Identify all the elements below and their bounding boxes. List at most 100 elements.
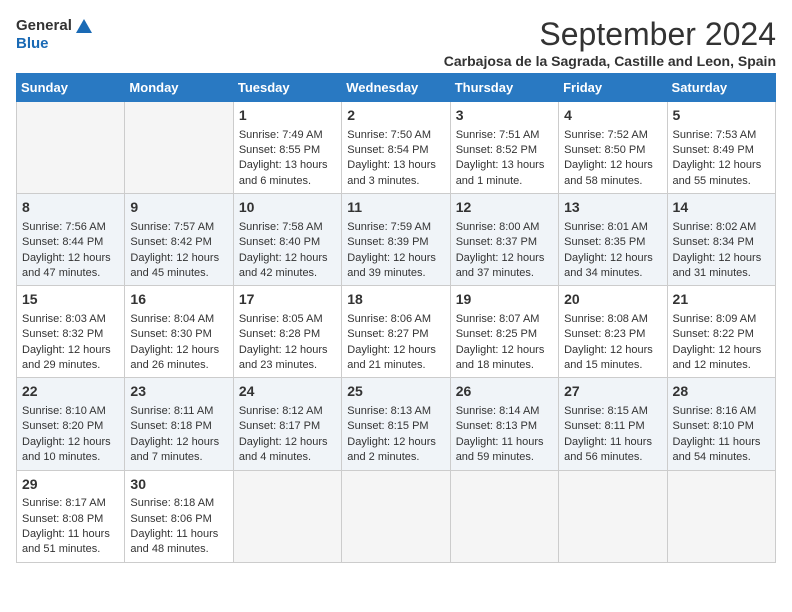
daylight-text: Daylight: 12 hours and 31 minutes. [673, 251, 770, 282]
table-row: 25Sunrise: 8:13 AMSunset: 8:15 PMDayligh… [342, 378, 450, 470]
calendar-row: 1Sunrise: 7:49 AMSunset: 8:55 PMDaylight… [17, 102, 776, 194]
sunrise-text: Sunrise: 8:06 AM [347, 312, 444, 327]
table-row [450, 470, 558, 562]
sunset-text: Sunset: 8:35 PM [564, 235, 661, 250]
table-row [342, 470, 450, 562]
daylight-text: Daylight: 12 hours and 7 minutes. [130, 435, 227, 466]
day-number: 8 [22, 198, 119, 218]
sunrise-text: Sunrise: 7:51 AM [456, 128, 553, 143]
daylight-text: Daylight: 12 hours and 4 minutes. [239, 435, 336, 466]
logo-chevron-icon [74, 16, 94, 36]
daylight-text: Daylight: 11 hours and 48 minutes. [130, 527, 227, 558]
daylight-text: Daylight: 12 hours and 2 minutes. [347, 435, 444, 466]
logo: General Blue [16, 16, 94, 53]
table-row: 23Sunrise: 8:11 AMSunset: 8:18 PMDayligh… [125, 378, 233, 470]
sunrise-text: Sunrise: 8:02 AM [673, 220, 770, 235]
calendar-header-row: Sunday Monday Tuesday Wednesday Thursday… [17, 74, 776, 102]
day-number: 24 [239, 382, 336, 402]
daylight-text: Daylight: 12 hours and 15 minutes. [564, 343, 661, 374]
table-row: 16Sunrise: 8:04 AMSunset: 8:30 PMDayligh… [125, 286, 233, 378]
sunrise-text: Sunrise: 7:49 AM [239, 128, 336, 143]
sunrise-text: Sunrise: 8:03 AM [22, 312, 119, 327]
col-monday: Monday [125, 74, 233, 102]
daylight-text: Daylight: 12 hours and 58 minutes. [564, 158, 661, 189]
daylight-text: Daylight: 12 hours and 55 minutes. [673, 158, 770, 189]
sunrise-text: Sunrise: 8:12 AM [239, 404, 336, 419]
sunrise-text: Sunrise: 8:07 AM [456, 312, 553, 327]
table-row: 21Sunrise: 8:09 AMSunset: 8:22 PMDayligh… [667, 286, 775, 378]
sunset-text: Sunset: 8:11 PM [564, 419, 661, 434]
table-row: 17Sunrise: 8:05 AMSunset: 8:28 PMDayligh… [233, 286, 341, 378]
calendar-body: 1Sunrise: 7:49 AMSunset: 8:55 PMDaylight… [17, 102, 776, 563]
table-row: 26Sunrise: 8:14 AMSunset: 8:13 PMDayligh… [450, 378, 558, 470]
day-number: 13 [564, 198, 661, 218]
sunset-text: Sunset: 8:44 PM [22, 235, 119, 250]
day-number: 22 [22, 382, 119, 402]
daylight-text: Daylight: 13 hours and 6 minutes. [239, 158, 336, 189]
day-number: 1 [239, 106, 336, 126]
sunset-text: Sunset: 8:18 PM [130, 419, 227, 434]
sunset-text: Sunset: 8:27 PM [347, 327, 444, 342]
table-row: 14Sunrise: 8:02 AMSunset: 8:34 PMDayligh… [667, 194, 775, 286]
sunset-text: Sunset: 8:10 PM [673, 419, 770, 434]
sunrise-text: Sunrise: 7:59 AM [347, 220, 444, 235]
daylight-text: Daylight: 11 hours and 54 minutes. [673, 435, 770, 466]
sunrise-text: Sunrise: 8:16 AM [673, 404, 770, 419]
sunset-text: Sunset: 8:54 PM [347, 143, 444, 158]
day-number: 26 [456, 382, 553, 402]
daylight-text: Daylight: 12 hours and 12 minutes. [673, 343, 770, 374]
table-row: 3 Sunrise: 7:51 AMSunset: 8:52 PMDaylight… [450, 102, 558, 194]
table-row: 28Sunrise: 8:16 AMSunset: 8:10 PMDayligh… [667, 378, 775, 470]
col-wednesday: Wednesday [342, 74, 450, 102]
table-row [233, 470, 341, 562]
table-row [17, 102, 125, 194]
table-row: 18Sunrise: 8:06 AMSunset: 8:27 PMDayligh… [342, 286, 450, 378]
daylight-text: Daylight: 12 hours and 10 minutes. [22, 435, 119, 466]
page-title: September 2024 [444, 16, 776, 53]
daylight-text: Daylight: 12 hours and 45 minutes. [130, 251, 227, 282]
title-area: September 2024 Carbajosa de la Sagrada, … [444, 16, 776, 69]
daylight-text: Daylight: 13 hours and 3 minutes. [347, 158, 444, 189]
col-tuesday: Tuesday [233, 74, 341, 102]
sunset-text: Sunset: 8:20 PM [22, 419, 119, 434]
table-row: 22 Sunrise: 8:10 AMSunset: 8:20 PMDayligh… [17, 378, 125, 470]
sunrise-text: Sunrise: 7:57 AM [130, 220, 227, 235]
daylight-text: Daylight: 12 hours and 26 minutes. [130, 343, 227, 374]
daylight-text: Daylight: 11 hours and 59 minutes. [456, 435, 553, 466]
table-row: 5Sunrise: 7:53 AMSunset: 8:49 PMDaylight… [667, 102, 775, 194]
sunset-text: Sunset: 8:40 PM [239, 235, 336, 250]
table-row: 20Sunrise: 8:08 AMSunset: 8:23 PMDayligh… [559, 286, 667, 378]
table-row: 19Sunrise: 8:07 AMSunset: 8:25 PMDayligh… [450, 286, 558, 378]
sunset-text: Sunset: 8:49 PM [673, 143, 770, 158]
sunset-text: Sunset: 8:39 PM [347, 235, 444, 250]
table-row: 12Sunrise: 8:00 AMSunset: 8:37 PMDayligh… [450, 194, 558, 286]
calendar-row: 8Sunrise: 7:56 AMSunset: 8:44 PMDaylight… [17, 194, 776, 286]
daylight-text: Daylight: 13 hours and 1 minute. [456, 158, 553, 189]
sunset-text: Sunset: 8:42 PM [130, 235, 227, 250]
sunrise-text: Sunrise: 8:08 AM [564, 312, 661, 327]
sunset-text: Sunset: 8:52 PM [456, 143, 553, 158]
day-number: 23 [130, 382, 227, 402]
day-number: 14 [673, 198, 770, 218]
sunrise-text: Sunrise: 8:15 AM [564, 404, 661, 419]
sunrise-text: Sunrise: 8:13 AM [347, 404, 444, 419]
daylight-text: Daylight: 12 hours and 47 minutes. [22, 251, 119, 282]
col-thursday: Thursday [450, 74, 558, 102]
sunset-text: Sunset: 8:55 PM [239, 143, 336, 158]
daylight-text: Daylight: 12 hours and 39 minutes. [347, 251, 444, 282]
sunrise-text: Sunrise: 8:14 AM [456, 404, 553, 419]
day-number: 18 [347, 290, 444, 310]
day-number: 21 [673, 290, 770, 310]
header: General Blue September 2024 Carbajosa de… [16, 16, 776, 69]
calendar-table: Sunday Monday Tuesday Wednesday Thursday… [16, 73, 776, 563]
sunset-text: Sunset: 8:17 PM [239, 419, 336, 434]
sunrise-text: Sunrise: 8:09 AM [673, 312, 770, 327]
table-row: 4Sunrise: 7:52 AMSunset: 8:50 PMDaylight… [559, 102, 667, 194]
sunrise-text: Sunrise: 8:10 AM [22, 404, 119, 419]
day-number: 9 [130, 198, 227, 218]
table-row [559, 470, 667, 562]
sunrise-text: Sunrise: 8:00 AM [456, 220, 553, 235]
table-row: 10Sunrise: 7:58 AMSunset: 8:40 PMDayligh… [233, 194, 341, 286]
table-row: 1 Sunrise: 7:49 AMSunset: 8:55 PMDaylight… [233, 102, 341, 194]
day-number: 3 [456, 106, 553, 126]
